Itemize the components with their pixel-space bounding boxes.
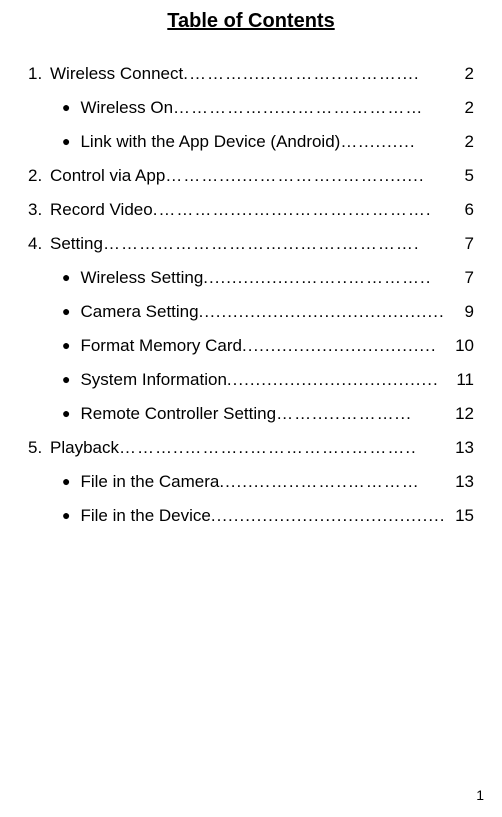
bullet-icon: ● (62, 263, 80, 291)
entry-leader: ……………......………………… (173, 91, 452, 125)
entry-page: 7 (452, 261, 474, 295)
entry-label: Wireless Connect (50, 57, 183, 91)
bullet-icon: ● (62, 93, 80, 121)
entry-page: 12 (449, 397, 474, 431)
entry-label: Wireless On (80, 91, 173, 125)
entry-page: 7 (452, 227, 474, 261)
entry-page: 11 (450, 363, 474, 397)
toc-entry: ●Wireless Setting.................……..……… (28, 261, 474, 295)
entry-label: Record Video (50, 193, 153, 227)
entry-page: 2 (452, 91, 474, 125)
entry-leader: ........................................… (199, 295, 452, 329)
entry-page: 13 (449, 431, 474, 465)
entry-leader: .………......………..……….... (183, 57, 452, 91)
entry-leader: .…………....…....……….…………. (153, 193, 452, 227)
entry-page: 15 (449, 499, 474, 533)
bullet-icon: ● (62, 365, 80, 393)
bullet-icon: ● (62, 297, 80, 325)
page-number: 1 (476, 787, 484, 803)
entry-page: 2 (452, 57, 474, 91)
entry-label: File in the Camera (80, 465, 219, 499)
entry-label: File in the Device (80, 499, 210, 533)
entry-page: 10 (449, 329, 474, 363)
entry-page: 13 (449, 465, 474, 499)
toc-entry: ●Camera Setting.........................… (28, 295, 474, 329)
entry-leader: ..................................... (227, 363, 450, 397)
entry-leader: .................................. (242, 329, 449, 363)
entry-leader: ….......... (340, 125, 452, 159)
entry-leader: ........................................… (211, 499, 449, 533)
table-of-contents: 1.Wireless Connect.………......………..………....… (28, 57, 474, 533)
toc-entry: 4.Setting…………………………...…….………….7 (28, 227, 474, 261)
entry-number: 2. (28, 159, 50, 193)
entry-page: 9 (452, 295, 474, 329)
entry-number: 1. (28, 57, 50, 91)
toc-entry: 5.Playback………..………..……………..………..13 (28, 431, 474, 465)
bullet-icon: ● (62, 399, 80, 427)
entry-leader: .................……..………….. (203, 261, 452, 295)
entry-number: 5. (28, 431, 50, 465)
bullet-icon: ● (62, 467, 80, 495)
entry-label: System Information (80, 363, 226, 397)
entry-label: Wireless Setting (80, 261, 203, 295)
toc-entry: 2.Control via App……….......…………..…….....… (28, 159, 474, 193)
toc-entry: ●System Information.....................… (28, 363, 474, 397)
entry-page: 5 (452, 159, 474, 193)
toc-entry: ●File in the Camera.........…..……..…………1… (28, 465, 474, 499)
entry-page: 6 (452, 193, 474, 227)
entry-page: 2 (452, 125, 474, 159)
toc-entry: 1.Wireless Connect.………......………..………....… (28, 57, 474, 91)
toc-entry: 3.Record Video.…………....…....……….………….6 (28, 193, 474, 227)
entry-label: Camera Setting (80, 295, 198, 329)
entry-number: 4. (28, 227, 50, 261)
entry-leader: ……….......…………..……........ (165, 159, 452, 193)
entry-label: Format Memory Card (80, 329, 242, 363)
toc-entry: ●Link with the App Device (Android)…....… (28, 125, 474, 159)
entry-leader: …………………………...…….…………. (103, 227, 452, 261)
bullet-icon: ● (62, 501, 80, 529)
entry-leader: …….....………... (276, 397, 449, 431)
entry-leader: .........…..……..………… (219, 465, 449, 499)
entry-leader: ………..………..……………..……….. (119, 431, 449, 465)
toc-entry: ●File in the Device.....................… (28, 499, 474, 533)
toc-entry: ●Wireless On……………......…………………2 (28, 91, 474, 125)
entry-label: Playback (50, 431, 119, 465)
entry-label: Setting (50, 227, 103, 261)
entry-number: 3. (28, 193, 50, 227)
entry-label: Remote Controller Setting (80, 397, 276, 431)
entry-label: Control via App (50, 159, 165, 193)
entry-label: Link with the App Device (Android) (80, 125, 340, 159)
bullet-icon: ● (62, 331, 80, 359)
toc-entry: ●Format Memory Card.....................… (28, 329, 474, 363)
bullet-icon: ● (62, 127, 80, 155)
page-title: Table of Contents (28, 10, 474, 33)
toc-entry: ●Remote Controller Setting…….....………...1… (28, 397, 474, 431)
